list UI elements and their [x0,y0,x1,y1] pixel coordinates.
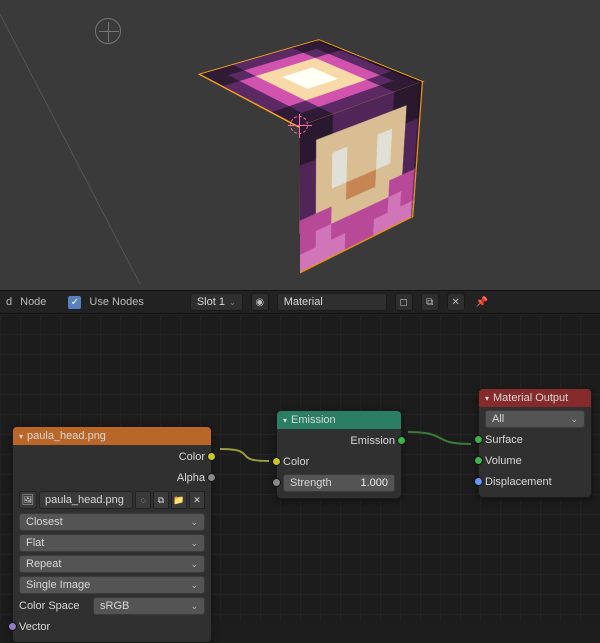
socket-dot[interactable] [8,622,17,631]
node-title: paula_head.png [27,430,106,442]
socket-dot[interactable] [474,456,483,465]
collapse-icon[interactable]: ▾ [19,432,23,441]
node-title: Material Output [493,392,568,404]
node-header-emission[interactable]: ▾ Emission [277,411,401,429]
socket-color-in: Color [283,456,309,468]
colorspace-label: Color Space [19,600,87,612]
projection-select[interactable]: Flat [19,534,205,552]
socket-dot[interactable] [272,478,281,487]
use-nodes-label: Use Nodes [89,296,143,308]
image-datablock-icon[interactable]: 🖼 [19,491,37,509]
axis-line [0,14,190,304]
socket-dot[interactable] [397,436,406,445]
slot-label: Slot 1 [197,296,225,308]
node-title: Emission [291,414,336,426]
socket-dot[interactable] [474,477,483,486]
unlink-material-icon[interactable]: ✕ [447,293,465,311]
collapse-icon[interactable]: ▾ [283,416,287,425]
new-material-icon[interactable]: ◻ [395,293,413,311]
socket-volume-in: Volume [485,455,522,467]
node-image-texture[interactable]: ▾ paula_head.png Color Alpha 🖼 paula_hea… [12,426,212,643]
socket-dot[interactable] [207,473,216,482]
colorspace-select[interactable]: sRGB [93,597,205,615]
socket-alpha-out: Alpha [177,472,205,484]
socket-surface-in: Surface [485,434,523,446]
3d-cursor-icon [290,116,308,134]
node-editor-canvas[interactable]: ▾ paula_head.png Color Alpha 🖼 paula_hea… [0,314,600,622]
socket-dot[interactable] [272,457,281,466]
cube-object[interactable] [180,40,440,270]
material-slot-select[interactable]: Slot 1 ⌄ [190,293,243,311]
source-select[interactable]: Single Image [19,576,205,594]
node-emission[interactable]: ▾ Emission Emission Color Strength 1.000 [276,410,402,499]
node-material-output[interactable]: ▾ Material Output All Surface Volume Dis… [478,388,592,498]
image-file-name[interactable]: paula_head.png [39,491,133,509]
nav-orb-gizmo[interactable] [95,18,121,44]
node-header-image-tex[interactable]: ▾ paula_head.png [13,427,211,445]
socket-displacement-in: Displacement [485,476,552,488]
material-name-field[interactable]: Material [277,293,387,311]
socket-emission-out: Emission [350,435,395,447]
material-browse-icon[interactable]: ◉ [251,293,269,311]
socket-dot[interactable] [207,452,216,461]
pin-icon[interactable]: 📌 [473,293,491,311]
collapse-icon[interactable]: ▾ [485,394,489,403]
socket-color-out: Color [179,451,205,463]
image-file-picker[interactable]: 🖼 paula_head.png ◌ ⧉ 📁 ✕ [19,490,205,510]
users-icon[interactable]: ◌ [135,491,151,509]
target-select[interactable]: All [485,410,585,428]
open-image-icon[interactable]: 📁 [171,491,187,509]
socket-vector-in: Vector [19,621,50,633]
socket-dot[interactable] [474,435,483,444]
header-node-menu[interactable]: Node [20,296,46,308]
node-header-material-output[interactable]: ▾ Material Output [479,389,591,407]
interp-select[interactable]: Closest [19,513,205,531]
unlink-image-icon[interactable]: ✕ [189,491,205,509]
header-d[interactable]: d [6,296,12,308]
extension-select[interactable]: Repeat [19,555,205,573]
material-name: Material [284,296,323,308]
new-image-icon[interactable]: ⧉ [153,491,169,509]
use-nodes-checkbox[interactable]: ✓ [68,296,81,309]
copy-material-icon[interactable]: ⧉ [421,293,439,311]
strength-field[interactable]: Strength 1.000 [283,474,395,492]
viewport-3d[interactable] [0,0,600,290]
node-editor-header: d Node ✓ Use Nodes Slot 1 ⌄ ◉ Material ◻… [0,290,600,314]
